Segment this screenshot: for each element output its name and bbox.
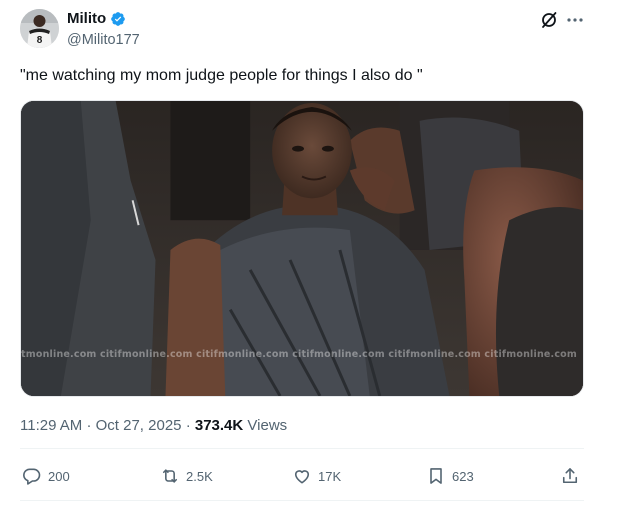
reply-icon	[22, 466, 42, 486]
share-icon	[560, 466, 580, 486]
bookmark-button[interactable]: 623	[426, 465, 474, 487]
tweet-text: "me watching my mom judge people for thi…	[20, 67, 423, 84]
views-label: Views	[247, 417, 288, 434]
repost-button[interactable]: 2.5K	[160, 465, 213, 487]
tweet-image[interactable]: tmonline.com citifmonline.com citifmonli…	[20, 100, 584, 397]
avatar[interactable]: 8	[20, 9, 59, 48]
more-icon[interactable]	[565, 10, 585, 30]
repost-count: 2.5K	[186, 468, 213, 484]
avatar-jersey-number: 8	[37, 35, 43, 46]
repost-icon	[160, 466, 180, 486]
bookmark-count: 623	[452, 468, 474, 484]
verified-badge-icon	[110, 11, 126, 27]
author-handle[interactable]: @Milito177	[67, 31, 140, 49]
divider-bottom	[20, 500, 584, 501]
grok-icon[interactable]	[539, 10, 559, 30]
tweet-time[interactable]: 11:29 AM	[20, 417, 82, 434]
tweet-meta: 11:29 AM · Oct 27, 2025 · 373.4K Views	[20, 416, 287, 436]
image-watermark: tmonline.com citifmonline.com citifmonli…	[21, 349, 578, 360]
bookmark-icon	[426, 466, 446, 486]
meta-separator: ·	[185, 417, 191, 434]
author-display-name[interactable]: Milito	[67, 10, 106, 28]
tweet-date[interactable]: Oct 27, 2025	[96, 417, 182, 434]
author-name-row: Milito	[67, 10, 126, 28]
meta-separator: ·	[86, 417, 92, 434]
share-button[interactable]	[560, 465, 580, 487]
reply-count: 200	[48, 468, 70, 484]
avatar-image: 8	[20, 9, 59, 48]
tweet-card: 8 Milito @Milito177 "me watching my mom …	[0, 0, 617, 511]
reply-button[interactable]: 200	[22, 465, 70, 487]
action-bar: 200 2.5K 17K 623	[20, 456, 584, 496]
like-button[interactable]: 17K	[292, 465, 341, 487]
views-count: 373.4K	[194, 417, 244, 434]
heart-icon	[292, 466, 312, 486]
divider-top	[20, 448, 584, 449]
like-count: 17K	[318, 468, 342, 484]
